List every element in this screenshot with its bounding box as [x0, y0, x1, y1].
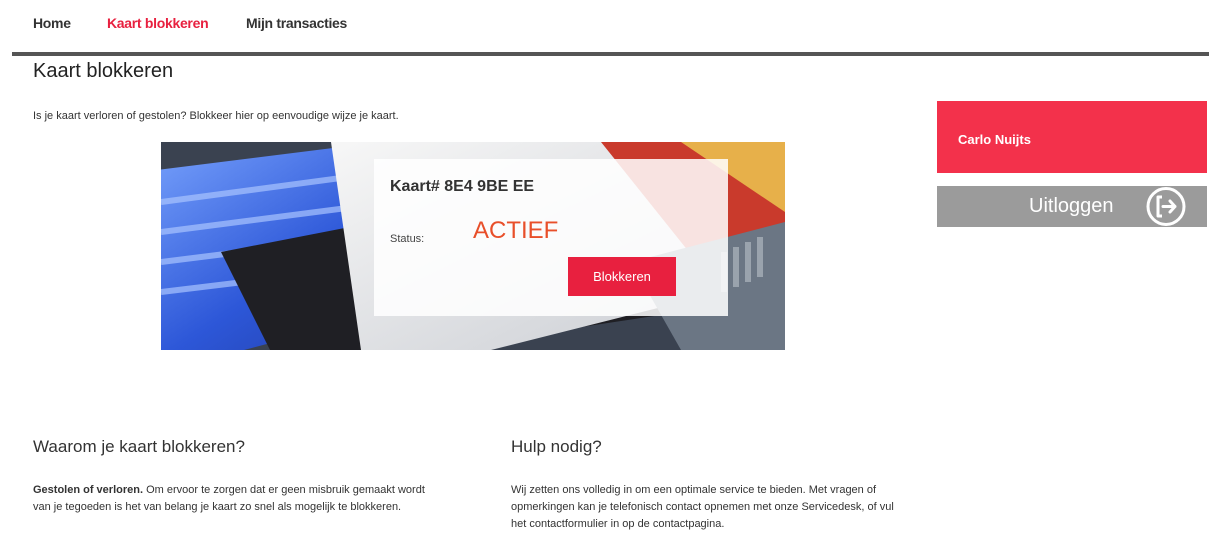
logout-label: Uitloggen — [1029, 195, 1114, 217]
card-number: Kaart# 8E4 9BE EE — [390, 178, 535, 195]
intro-text: Is je kaart verloren of gestolen? Blokke… — [33, 110, 399, 122]
logout-icon — [1146, 187, 1186, 226]
why-block-heading: Waarom je kaart blokkeren? — [33, 437, 245, 456]
nav-divider — [12, 52, 1209, 56]
status-value: ACTIEF — [473, 217, 559, 244]
nav-mijn-transacties[interactable]: Mijn transacties — [246, 15, 347, 31]
help-text: Wij zetten ons volledig in om een optima… — [511, 484, 894, 530]
page-title: Kaart blokkeren — [33, 60, 174, 82]
why-block-lead: Gestolen of verloren. — [33, 484, 144, 496]
logout-button[interactable]: Uitloggen — [937, 186, 1207, 227]
card-info-panel: Kaart# 8E4 9BE EE Status: ACTIEF Blokker… — [374, 159, 728, 316]
block-card-button[interactable]: Blokkeren — [568, 257, 676, 296]
help-heading: Hulp nodig? — [511, 437, 602, 456]
user-name: Carlo Nuijts — [958, 132, 1031, 147]
status-label: Status: — [390, 233, 425, 245]
user-panel: Carlo Nuijts — [937, 101, 1207, 173]
why-block-text: Gestolen of verloren. Om ervoor te zorge… — [33, 482, 443, 516]
card-banner-image: Kaart# 8E4 9BE EE Status: ACTIEF Blokker… — [161, 142, 785, 350]
top-navigation: Home Kaart blokkeren Mijn transacties — [0, 0, 1209, 52]
nav-home[interactable]: Home — [33, 15, 71, 31]
nav-kaart-blokkeren[interactable]: Kaart blokkeren — [107, 15, 209, 31]
